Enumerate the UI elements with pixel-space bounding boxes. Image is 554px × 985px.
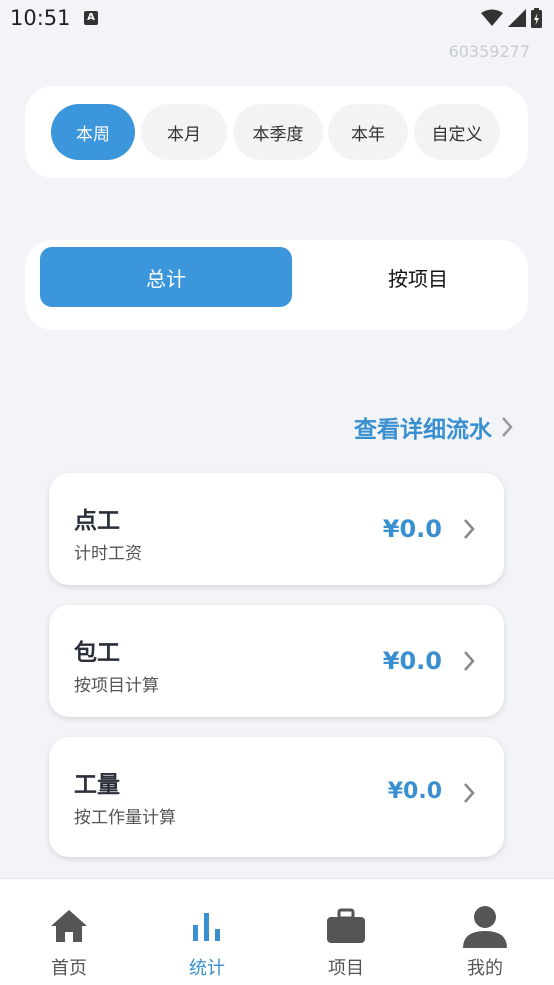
period-chip-week[interactable]: 本周 [51,104,135,160]
bar-chart-icon [182,901,232,951]
nav-item-home[interactable]: 首页 [0,879,138,985]
nav-label: 统计 [189,958,225,979]
wage-subtitle: 按项目计算 [74,676,159,696]
status-time: 10:51 [10,6,71,30]
bottom-nav: 首页 统计 项目 我的 [0,878,554,985]
wage-card-piecework[interactable]: 工量 按工作量计算 ¥0.0 [49,737,504,857]
wage-subtitle: 按工作量计算 [74,808,176,828]
nav-item-stats[interactable]: 统计 [138,879,276,985]
home-icon [44,901,94,951]
view-detail-link[interactable]: 查看详细流水 [354,410,514,444]
signal-icon [508,9,526,27]
notification-a-icon: A [84,11,98,25]
wage-amount: ¥0.0 [387,779,442,804]
wage-title: 包工 [74,640,120,666]
period-chip-quarter[interactable]: 本季度 [233,104,323,160]
chevron-right-icon [464,651,475,671]
battery-icon [531,8,542,28]
period-chip-year[interactable]: 本年 [328,104,408,160]
tab-by-project[interactable]: 按项目 [292,247,544,307]
nav-item-me[interactable]: 我的 [416,879,554,985]
nav-label: 首页 [51,958,87,979]
user-icon [460,901,510,951]
user-id: 60359277 [448,42,530,61]
period-chip-custom[interactable]: 自定义 [414,104,500,160]
wifi-icon [481,9,503,26]
nav-label: 项目 [328,958,364,979]
wage-amount: ¥0.0 [382,647,442,675]
briefcase-icon [321,901,371,951]
period-selector: 本周 本月 本季度 本年 自定义 [25,86,528,178]
tab-total[interactable]: 总计 [40,247,292,307]
wage-subtitle: 计时工资 [74,544,142,564]
nav-item-projects[interactable]: 项目 [277,879,415,985]
wage-card-contract[interactable]: 包工 按项目计算 ¥0.0 [49,605,504,717]
nav-label: 我的 [467,958,503,979]
wage-title: 点工 [74,508,120,534]
chevron-right-icon [464,783,475,803]
mode-tabs: 总计 按项目 [25,240,528,330]
status-icons [481,8,542,28]
wage-title: 工量 [74,772,120,798]
wage-amount: ¥0.0 [382,515,442,543]
status-bar: 10:51 A [0,0,554,38]
wage-card-hourly[interactable]: 点工 计时工资 ¥0.0 [49,473,504,585]
view-detail-label: 查看详细流水 [354,417,492,443]
chevron-right-icon [502,417,513,437]
period-chip-month[interactable]: 本月 [141,104,227,160]
chevron-right-icon [464,519,475,539]
